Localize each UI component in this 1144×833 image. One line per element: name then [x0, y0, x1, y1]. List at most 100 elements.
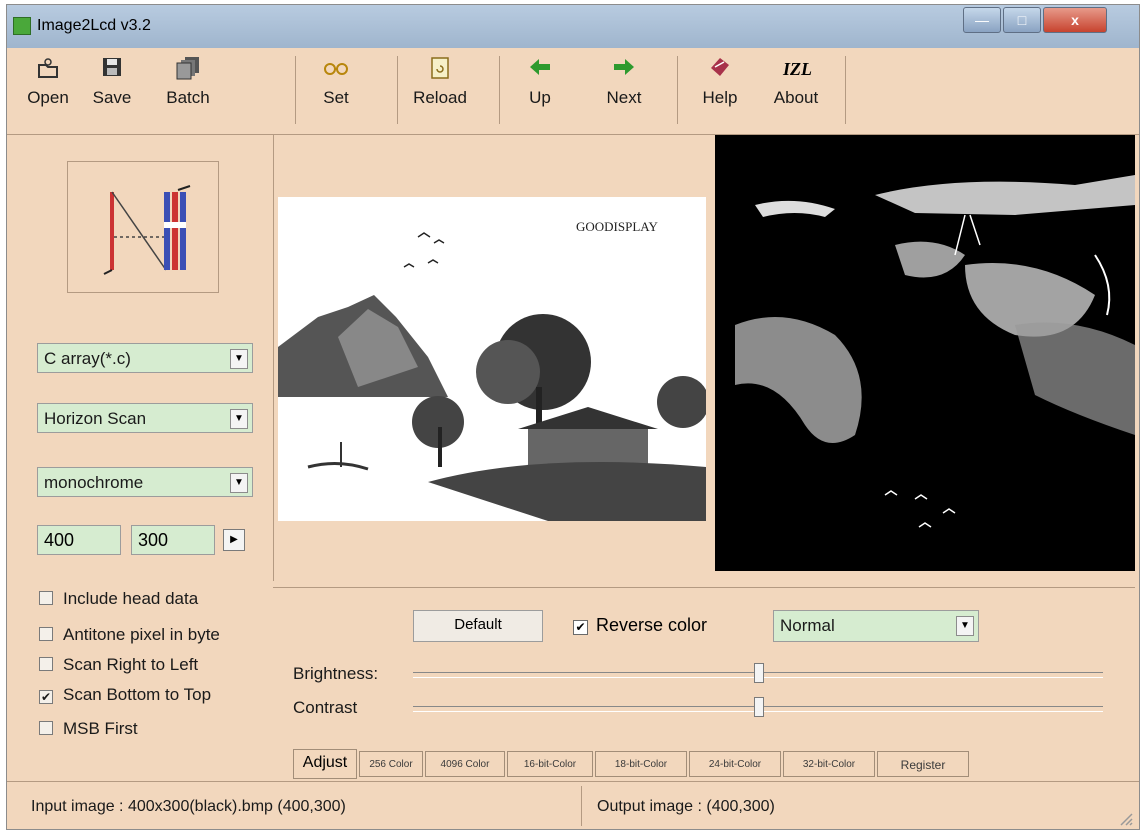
next-label: Next: [606, 88, 642, 107]
window-title: Image2Lcd v3.2: [37, 17, 151, 34]
reload-label: Reload: [413, 88, 467, 107]
brightness-thumb[interactable]: [754, 663, 764, 683]
batch-files-icon: [175, 56, 201, 82]
output-image-pane: [715, 135, 1135, 581]
batch-button[interactable]: Batch: [155, 54, 221, 126]
status-bar: Input image : 400x300(black).bmp (400,30…: [7, 781, 1139, 829]
checkbox-box[interactable]: [39, 591, 53, 605]
reload-page-icon: [427, 56, 453, 82]
checkbox-box[interactable]: [39, 627, 53, 641]
about-izl-icon: IZL: [783, 59, 812, 79]
toolbar-divider: [845, 56, 846, 124]
save-button[interactable]: Save: [79, 54, 145, 126]
scan-right-to-left-label: Scan Right to Left: [63, 655, 199, 674]
scan-mode-value: Horizon Scan: [44, 409, 147, 428]
tab-bar: Adjust 256 Color 4096 Color 16-bit-Color…: [273, 749, 1135, 779]
chevron-down-icon[interactable]: ▼: [956, 616, 974, 636]
width-input[interactable]: 400: [37, 525, 121, 555]
next-button[interactable]: Next: [591, 54, 657, 126]
toolbar-divider: [295, 56, 296, 124]
color-depth-value: monochrome: [44, 473, 144, 492]
toolbar-divider: [499, 56, 500, 124]
checkbox-box[interactable]: [39, 721, 53, 735]
tab-256-color[interactable]: 256 Color: [359, 751, 423, 777]
height-input[interactable]: 300: [131, 525, 215, 555]
chevron-down-icon[interactable]: ▼: [230, 349, 248, 369]
msb-first-checkbox[interactable]: MSB First: [39, 719, 138, 739]
input-image-pane: GOODISPLAY: [273, 135, 710, 581]
scan-bottom-to-top-checkbox[interactable]: ✔ Scan Bottom to Top: [39, 685, 211, 705]
open-label: Open: [27, 88, 69, 107]
mode-dropdown[interactable]: Normal ▼: [773, 610, 979, 642]
help-book-icon: [707, 56, 733, 82]
tab-18-bit-color[interactable]: 18-bit-Color: [595, 751, 687, 777]
maximize-button[interactable]: □: [1003, 7, 1041, 33]
default-button[interactable]: Default: [413, 610, 543, 642]
brand-text: GOODISPLAY: [576, 219, 658, 234]
help-label: Help: [702, 88, 738, 107]
up-button[interactable]: Up: [507, 54, 573, 126]
title-bar[interactable]: Image2Lcd v3.2 — □ x: [7, 5, 1139, 48]
tab-4096-color[interactable]: 4096 Color: [425, 751, 505, 777]
tab-16-bit-color[interactable]: 16-bit-Color: [507, 751, 593, 777]
close-button[interactable]: x: [1043, 7, 1107, 33]
up-label: Up: [529, 88, 551, 107]
app-window: Image2Lcd v3.2 — □ x Open Save Batch Set…: [6, 4, 1140, 830]
arrow-left-icon: [527, 56, 553, 82]
checkbox-box[interactable]: ✔: [573, 620, 588, 635]
brightness-label: Brightness:: [293, 664, 379, 683]
output-image: [715, 135, 1135, 571]
adjust-panel: Default ✔ Reverse color Normal ▼ Brightne…: [273, 587, 1135, 764]
apply-size-button[interactable]: ▶: [223, 529, 245, 551]
msb-first-label: MSB First: [63, 719, 138, 738]
tab-register[interactable]: Register: [877, 751, 969, 777]
output-image-status: Output image : (400,300): [597, 798, 775, 815]
scan-mode-dropdown[interactable]: Horizon Scan ▼: [37, 403, 253, 433]
scan-mode-preview-icon: [67, 161, 219, 293]
scan-bottom-to-top-label: Scan Bottom to Top: [63, 685, 212, 704]
settings-glasses-icon: [323, 56, 349, 82]
chevron-down-icon[interactable]: ▼: [230, 473, 248, 493]
input-image-status: Input image : 400x300(black).bmp (400,30…: [31, 798, 346, 815]
reverse-color-label: Reverse color: [596, 615, 708, 635]
color-depth-dropdown[interactable]: monochrome ▼: [37, 467, 253, 497]
about-label: About: [773, 88, 819, 107]
tab-adjust[interactable]: Adjust: [293, 749, 357, 779]
checkbox-box[interactable]: [39, 657, 53, 671]
open-button[interactable]: Open: [15, 54, 81, 126]
tab-24-bit-color[interactable]: 24-bit-Color: [689, 751, 781, 777]
batch-label: Batch: [166, 88, 210, 107]
reload-button[interactable]: Reload: [407, 54, 473, 126]
arrow-right-icon: [611, 56, 637, 82]
resize-grip-icon[interactable]: [1117, 810, 1133, 826]
mode-value: Normal: [780, 616, 835, 635]
include-head-data-checkbox[interactable]: Include head data: [39, 589, 198, 609]
set-button[interactable]: Set: [303, 54, 369, 126]
set-label: Set: [323, 88, 349, 107]
input-image: GOODISPLAY: [278, 197, 709, 521]
checkbox-box[interactable]: ✔: [39, 690, 53, 704]
antitone-pixel-checkbox[interactable]: Antitone pixel in byte: [39, 625, 220, 645]
minimize-button[interactable]: —: [963, 7, 1001, 33]
status-divider: [581, 786, 582, 826]
tab-32-bit-color[interactable]: 32-bit-Color: [783, 751, 875, 777]
reverse-color-checkbox[interactable]: ✔ Reverse color: [573, 615, 707, 636]
about-button[interactable]: IZL About: [763, 54, 829, 126]
antitone-pixel-label: Antitone pixel in byte: [63, 625, 220, 644]
toolbar-divider: [397, 56, 398, 124]
app-icon: [13, 17, 31, 35]
include-head-data-label: Include head data: [63, 589, 199, 608]
scan-right-to-left-checkbox[interactable]: Scan Right to Left: [39, 655, 198, 675]
chevron-down-icon[interactable]: ▼: [230, 409, 248, 429]
output-type-value: C array(*.c): [44, 349, 131, 368]
toolbar-divider: [677, 56, 678, 124]
contrast-thumb[interactable]: [754, 697, 764, 717]
output-type-dropdown[interactable]: C array(*.c) ▼: [37, 343, 253, 373]
help-button[interactable]: Help: [687, 54, 753, 126]
open-folder-icon: [35, 56, 61, 82]
settings-panel: C array(*.c) ▼ Horizon Scan ▼ monochrome…: [7, 135, 273, 779]
toolbar: Open Save Batch Set Reload Up Next Help …: [7, 48, 1139, 135]
save-label: Save: [92, 88, 132, 107]
contrast-label: Contrast: [293, 698, 358, 717]
floppy-disk-icon: [99, 56, 125, 82]
